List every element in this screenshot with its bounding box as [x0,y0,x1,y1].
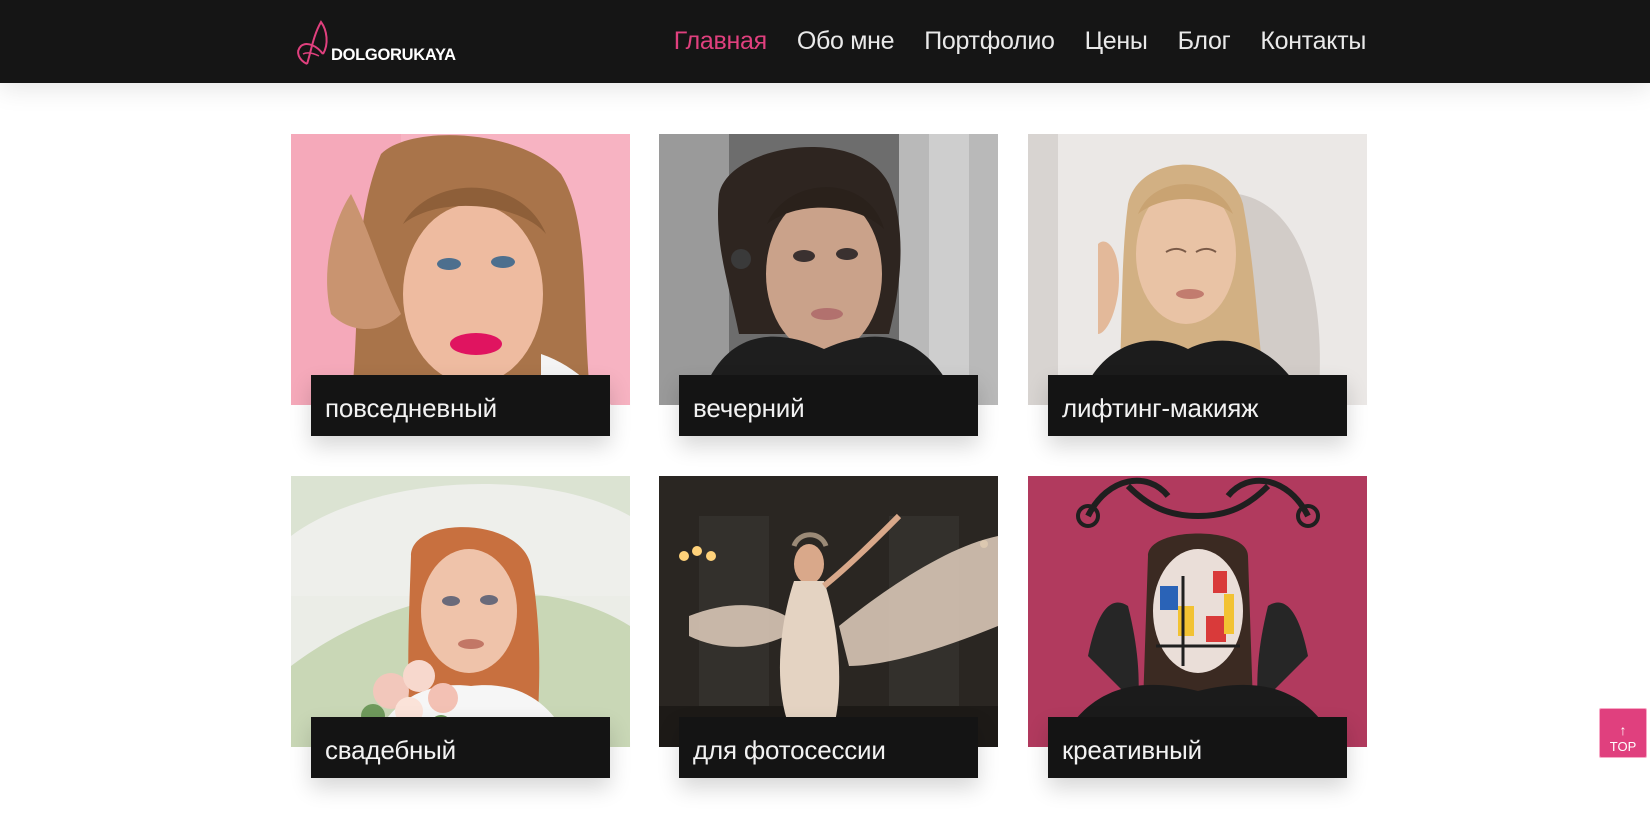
portfolio-card-evening[interactable]: вечерний [659,134,998,436]
portfolio-photo-wedding [291,476,630,747]
scroll-to-top-button[interactable]: ↑ TOP [1599,708,1647,758]
nav-item-portfolio[interactable]: Портфолио [909,0,1069,83]
portfolio-photo-creative [1028,476,1367,747]
nav-item-home[interactable]: Главная [659,0,782,83]
portfolio-card-creative[interactable]: креативный [1028,476,1367,778]
butterfly-logo-icon [297,20,328,65]
scroll-to-top-label: TOP [1609,738,1637,754]
portfolio-card-photoshoot[interactable]: для фотосессии [659,476,998,778]
portfolio-label-creative: креативный [1048,717,1347,778]
nav-item-blog[interactable]: Блог [1163,0,1246,83]
portfolio-card-lifting[interactable]: лифтинг-макияж [1028,134,1367,436]
nav-item-prices[interactable]: Цены [1070,0,1163,83]
portfolio-label-everyday: повседневный [311,375,610,436]
nav-item-about[interactable]: Обо мне [782,0,909,83]
portfolio-label-wedding: свадебный [311,717,610,778]
portfolio-label-lifting: лифтинг-макияж [1048,375,1347,436]
portfolio-card-wedding[interactable]: свадебный [291,476,630,778]
portfolio-photo-everyday [291,134,630,405]
portfolio-photo-evening [659,134,998,405]
portfolio-label-photoshoot: для фотосессии [679,717,978,778]
site-header: DOLGORUKAYA Главная Обо мне Портфолио Це… [0,0,1650,83]
logo-text: DOLGORUKAYA [331,46,456,64]
portfolio-photo-lifting [1028,134,1367,405]
portfolio-label-evening: вечерний [679,375,978,436]
arrow-up-icon: ↑ [1619,721,1627,738]
nav-item-contacts[interactable]: Контакты [1245,0,1366,83]
portfolio-photo-photoshoot [659,476,998,747]
portfolio-card-everyday[interactable]: повседневный [291,134,630,436]
site-logo[interactable]: DOLGORUKAYA [293,14,456,68]
main-nav: Главная Обо мне Портфолио Цены Блог Конт… [659,0,1367,83]
